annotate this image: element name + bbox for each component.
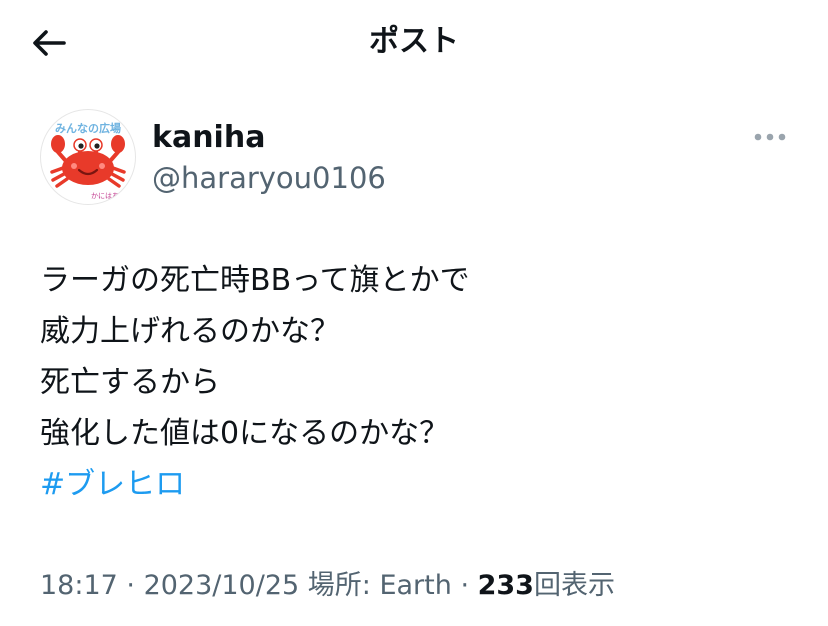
meta-separator: · [451, 570, 478, 601]
page-title: ポスト [369, 24, 459, 59]
views-label: 回表示 [533, 570, 615, 601]
tweet-line: 死亡するから [40, 365, 220, 400]
more-options-button[interactable] [752, 124, 788, 150]
author-handle[interactable]: @hararyou0106 [152, 158, 386, 198]
tweet-text: ラーガの死亡時BBって旗とかで 威力上げれるのかな？ 死亡するから 強化した値は… [40, 255, 800, 510]
tweet-date[interactable]: 2023/10/25 [144, 570, 300, 601]
avatar-text-bottom: かにはあ [91, 192, 119, 200]
location-value: Earth [379, 570, 452, 601]
tweet-line: 威力上げれるのかな？ [40, 314, 340, 349]
tweet-meta: 18:17 · 2023/10/25 場所: Earth · 233回表示 [40, 566, 615, 606]
more-horizontal-icon [754, 133, 786, 141]
top-bar: ポスト [0, 0, 828, 84]
tweet-time[interactable]: 18:17 [40, 570, 118, 601]
tweet-line: ラーガの死亡時BBって旗とかで [40, 263, 470, 298]
tweet-line: 強化した値は0になるのかな？ [40, 416, 450, 451]
crab-icon: みんなの広場 かにはあ [50, 121, 126, 200]
avatar-text-top: みんなの広場 [55, 121, 121, 135]
author-display-name[interactable]: kaniha [152, 118, 265, 158]
views-count: 233 [477, 570, 534, 601]
location-label: 場所: [299, 570, 380, 601]
hashtag-link[interactable]: #ブレヒロ [40, 459, 185, 510]
meta-separator: · [117, 570, 144, 601]
avatar[interactable]: みんなの広場 かにはあ [40, 109, 136, 205]
